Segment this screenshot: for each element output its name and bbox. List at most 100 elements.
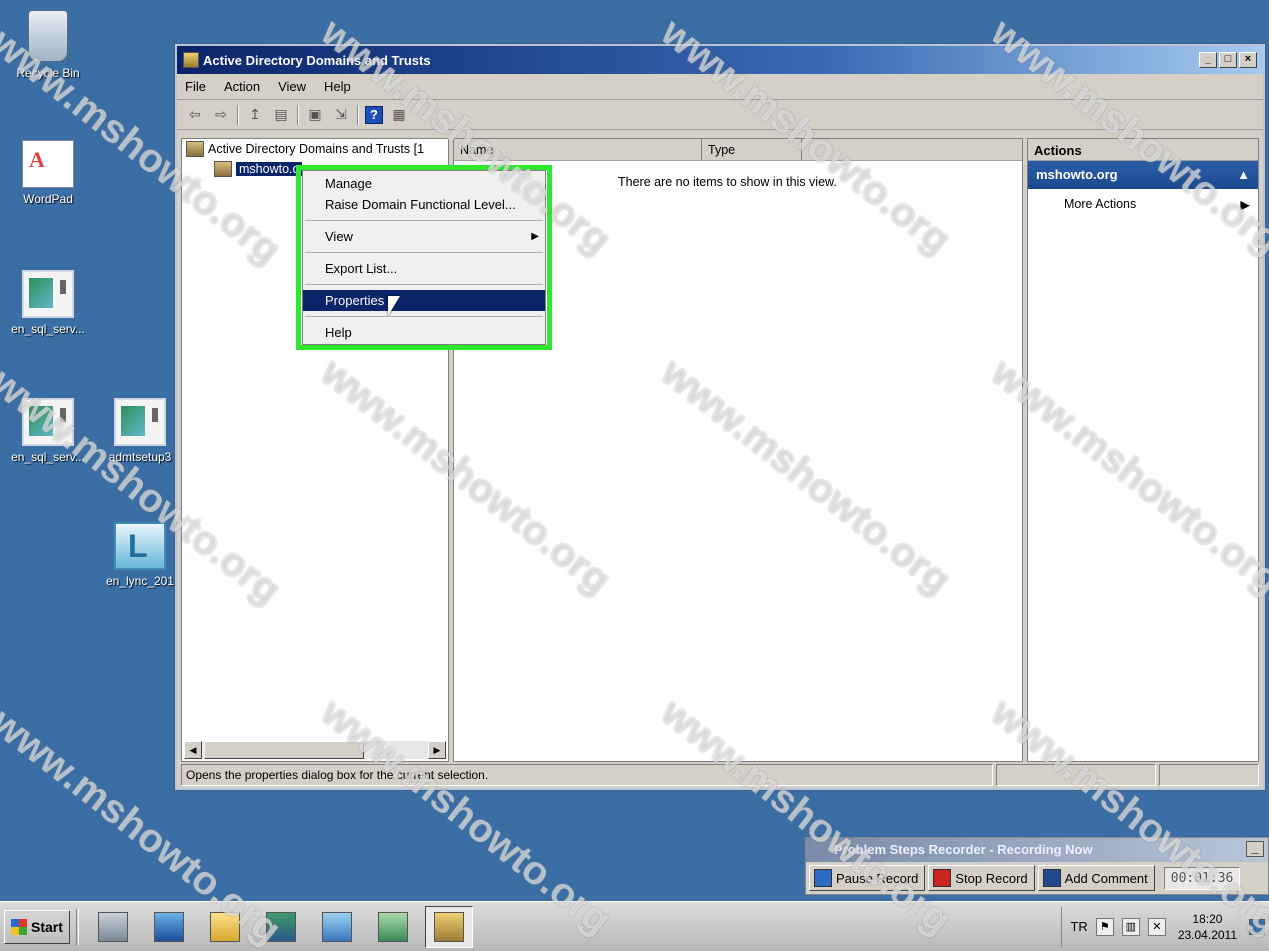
wordpad-icon — [22, 140, 74, 188]
taskbar-ad-domains-trusts[interactable] — [424, 905, 473, 948]
up-folder-icon[interactable]: ↥ — [245, 105, 265, 125]
close-button[interactable]: × — [1239, 52, 1257, 68]
pause-record-button[interactable]: Pause Record — [809, 865, 926, 891]
window-title: Active Directory Domains and Trusts — [203, 52, 431, 68]
network-tray-icon[interactable]: ▥ — [1121, 917, 1140, 936]
show-desktop-button[interactable] — [1249, 918, 1265, 935]
horizontal-scrollbar[interactable]: ◀ ▶ — [184, 741, 446, 759]
menu-item-label: View — [325, 229, 353, 244]
steps-recorder-title-text: Problem Steps Recorder - Recording Now — [834, 842, 1093, 857]
desktop-icon-recycle-bin[interactable]: Recycle Bin — [0, 10, 96, 80]
desktop-icon-en-sql-1[interactable]: en_sql_serv... — [0, 270, 96, 336]
menu-separator — [305, 316, 543, 317]
properties-icon[interactable]: ▣ — [305, 105, 325, 125]
taskbar-explorer[interactable] — [201, 906, 249, 948]
column-header-filler — [802, 139, 1022, 160]
taskbar: Start TR ⚑ ▥ ✕ 18:20 23.04.2011 — [0, 901, 1269, 951]
steps-recorder-window: Problem Steps Recorder - Recording Now _… — [805, 837, 1269, 895]
desktop-icon-label: en_sql_serv... — [11, 322, 85, 336]
installer-icon — [22, 398, 74, 446]
export-list-icon[interactable]: ⇲ — [331, 105, 351, 125]
menu-help[interactable]: Help — [324, 79, 351, 94]
minimize-button[interactable]: _ — [1199, 52, 1217, 68]
installer-icon — [114, 398, 166, 446]
add-comment-button[interactable]: Add Comment — [1037, 865, 1155, 891]
ad-domains-icon — [186, 141, 204, 157]
taskbar-separator — [75, 908, 79, 945]
column-header-name[interactable]: Name — [454, 139, 702, 160]
show-hide-tree-icon[interactable]: ▤ — [271, 105, 291, 125]
language-indicator[interactable]: TR — [1070, 919, 1087, 934]
clock[interactable]: 18:20 23.04.2011 — [1178, 911, 1237, 943]
steps-recorder-title[interactable]: Problem Steps Recorder - Recording Now _ — [806, 838, 1268, 862]
desktop-icon-lync[interactable]: en_lync_201 — [92, 522, 188, 588]
menu-item-raise-domain-level[interactable]: Raise Domain Functional Level... — [303, 194, 545, 215]
status-cell — [996, 764, 1156, 786]
pause-record-label: Pause Record — [836, 870, 919, 886]
desktop-icon-label: WordPad — [23, 192, 73, 206]
desktop-icon-wordpad[interactable]: WordPad — [0, 140, 96, 206]
submenu-arrow-icon: ▶ — [1240, 198, 1250, 212]
back-arrow-icon[interactable]: ⇦ — [185, 105, 205, 125]
toolbar: ⇦ ⇨ ↥ ▤ ▣ ⇲ ? ▦ — [177, 100, 1263, 130]
flag-icon[interactable]: ⚑ — [1095, 917, 1114, 936]
installer-icon — [22, 270, 74, 318]
scroll-right-icon[interactable]: ▶ — [428, 741, 446, 759]
scroll-left-icon[interactable]: ◀ — [184, 741, 202, 759]
menu-item-properties[interactable]: Properties — [303, 290, 545, 311]
taskbar-powershell[interactable] — [145, 906, 193, 948]
tree-root[interactable]: Active Directory Domains and Trusts [1 — [182, 139, 448, 159]
taskbar-installer[interactable] — [257, 906, 305, 948]
status-text: Opens the properties dialog box for the … — [181, 764, 993, 786]
scroll-thumb[interactable] — [204, 741, 364, 759]
comment-icon — [1042, 869, 1061, 887]
more-actions-label: More Actions — [1064, 197, 1137, 211]
start-button[interactable]: Start — [4, 909, 70, 944]
tree-root-label: Active Directory Domains and Trusts [1 — [208, 142, 425, 156]
actions-pane: Actions mshowto.org ▲ More Actions ▶ — [1027, 138, 1259, 762]
taskbar-control-panel[interactable] — [313, 906, 361, 948]
desktop-icon-label: en_lync_201 — [105, 574, 175, 588]
stop-record-button[interactable]: Stop Record — [928, 865, 1035, 891]
system-tray: TR ⚑ ▥ ✕ 18:20 23.04.2011 — [1061, 906, 1265, 947]
column-header-type[interactable]: Type — [702, 139, 802, 160]
tree-item-label: mshowto.o — [236, 162, 303, 176]
action-pane-icon[interactable]: ▦ — [389, 105, 409, 125]
desktop-icon-label: Recycle Bin — [16, 66, 80, 80]
more-actions-item[interactable]: More Actions ▶ — [1028, 189, 1258, 220]
menu-item-help[interactable]: Help — [303, 322, 545, 343]
menu-file[interactable]: File — [185, 79, 206, 94]
status-bar: Opens the properties dialog box for the … — [181, 764, 1259, 786]
volume-muted-icon[interactable]: ✕ — [1147, 917, 1166, 936]
desktop-icon-admtsetup[interactable]: admtsetup3 — [92, 398, 188, 464]
ad-domains-icon — [183, 52, 199, 68]
actions-header: Actions — [1028, 139, 1258, 161]
menu-item-manage[interactable]: Manage — [303, 173, 545, 194]
forward-arrow-icon[interactable]: ⇨ — [211, 105, 231, 125]
clock-date: 23.04.2011 — [1177, 927, 1237, 942]
title-bar[interactable]: Active Directory Domains and Trusts _ □ … — [177, 46, 1263, 74]
ad-domains-icon — [433, 911, 464, 942]
desktop-icon-label: en_sql_serv... — [11, 450, 85, 464]
recording-timer: 00:01:36 — [1163, 866, 1241, 890]
menu-view[interactable]: View — [278, 79, 306, 94]
menu-action[interactable]: Action — [224, 79, 260, 94]
toolbar-separator — [357, 104, 359, 125]
submenu-arrow-icon: ▶ — [531, 231, 539, 242]
menu-item-view[interactable]: View ▶ — [303, 226, 545, 247]
taskbar-server-manager[interactable] — [89, 906, 137, 948]
help-icon[interactable]: ? — [365, 105, 383, 124]
desktop-icon-en-sql-2[interactable]: en_sql_serv... — [0, 398, 96, 464]
minimize-button[interactable]: _ — [1246, 841, 1264, 857]
maximize-button[interactable]: □ — [1219, 52, 1237, 68]
pause-icon — [814, 869, 832, 887]
context-menu: Manage Raise Domain Functional Level... … — [302, 170, 546, 345]
taskbar-network[interactable] — [369, 906, 417, 948]
menu-item-export-list[interactable]: Export List... — [303, 258, 545, 279]
lync-icon — [114, 522, 166, 570]
ad-domains-trusts-window: Active Directory Domains and Trusts _ □ … — [175, 44, 1265, 790]
server-manager-icon — [97, 911, 128, 942]
actions-group-domain[interactable]: mshowto.org ▲ — [1028, 161, 1258, 189]
collapse-up-icon[interactable]: ▲ — [1237, 167, 1250, 183]
status-cell — [1159, 764, 1259, 786]
